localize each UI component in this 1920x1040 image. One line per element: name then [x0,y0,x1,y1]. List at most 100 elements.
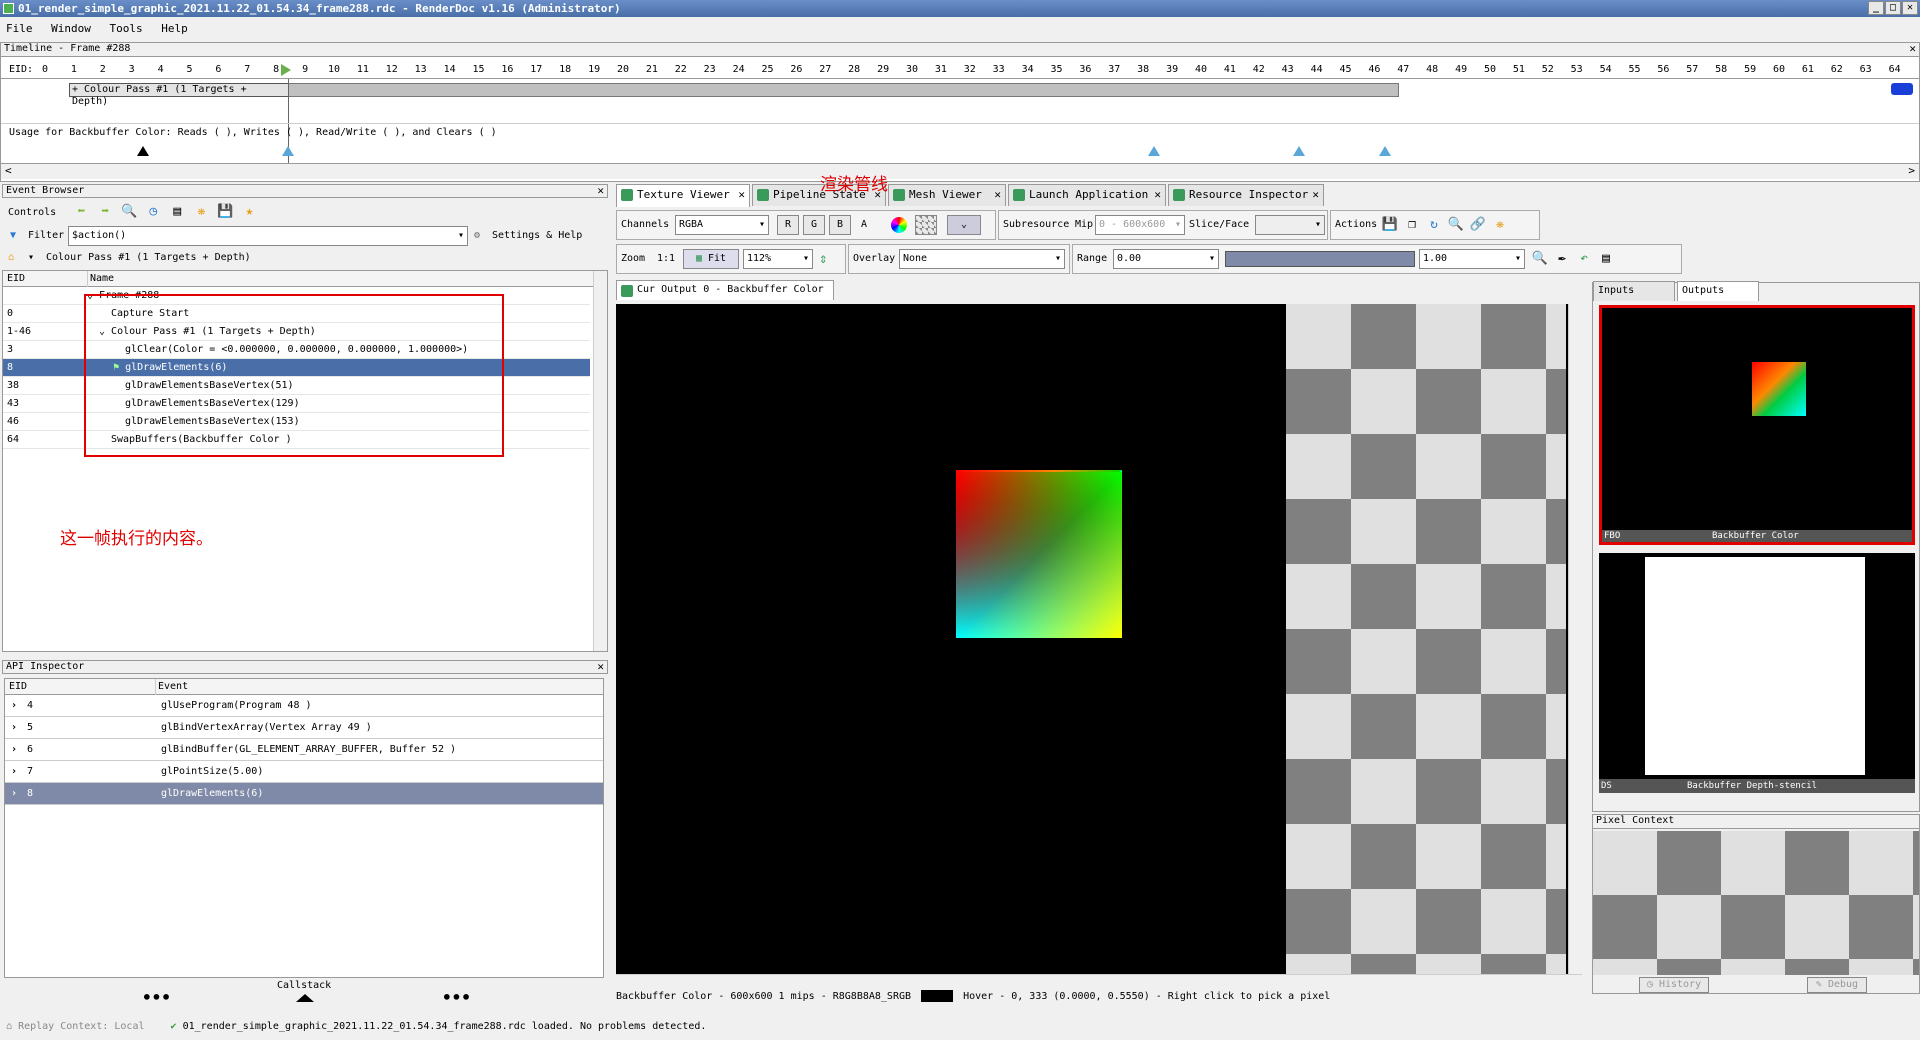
eid-tick[interactable]: 55 [1624,64,1646,75]
eid-tick[interactable]: 27 [814,64,836,75]
eid-tick[interactable]: 23 [699,64,721,75]
tab-resource-inspector[interactable]: Resource Inspector ✕ [1168,184,1324,206]
home-icon[interactable]: ⌂ [8,248,14,268]
zoom-select[interactable]: 112% [743,249,813,269]
history-button[interactable]: ◷ History [1639,977,1709,993]
pass-label[interactable]: + Colour Pass #1 (1 Targets + Depth) [69,83,289,107]
eid-tick[interactable]: 10 [323,64,345,75]
eid-tick[interactable]: 36 [1074,64,1096,75]
eid-tick[interactable]: 13 [410,64,432,75]
eid-tick[interactable]: 30 [901,64,923,75]
pixel-context-view[interactable] [1593,831,1919,975]
red-channel-toggle[interactable]: R [777,215,799,235]
eid-tick[interactable]: 18 [554,64,576,75]
eid-tick[interactable]: 1 [63,64,85,75]
tab-inputs[interactable]: Inputs [1593,281,1675,301]
flip-icon[interactable]: ⇕ [819,251,827,267]
eid-tick[interactable]: 9 [294,64,316,75]
eid-tick[interactable]: 26 [785,64,807,75]
fit-button[interactable]: ▦ Fit [683,249,739,269]
open-icon[interactable]: ↻ [1425,217,1443,233]
eid-tick[interactable]: 24 [728,64,750,75]
tab-launch-application[interactable]: Launch Application ✕ [1008,184,1166,206]
callstack-label[interactable]: Callstack [277,980,331,991]
eid-tick[interactable]: 48 [1421,64,1443,75]
api-row[interactable]: › 4 glUseProgram(Program 48 ) [5,695,603,717]
eid-tick[interactable]: 49 [1450,64,1472,75]
blue-channel-toggle[interactable]: B [829,215,851,235]
breadcrumb-chevron-icon[interactable]: ▾ [28,248,34,268]
range-slider[interactable] [1225,251,1415,267]
overlay-select[interactable]: None [899,249,1065,269]
link-icon[interactable]: 🔗 [1469,217,1487,233]
settings-icon[interactable]: ❋ [1491,217,1509,233]
scroll-left-icon[interactable]: < [5,164,12,177]
api-row[interactable]: › 7 glPointSize(5.00) [5,761,603,783]
api-row-selected[interactable]: › 8 glDrawElements(6) [5,783,603,805]
eid-tick[interactable]: 29 [872,64,894,75]
find-icon[interactable]: 🔍 [1447,217,1465,233]
eid-tick[interactable]: 31 [930,64,952,75]
bookmark-icon[interactable]: ★ [240,204,258,220]
tab-outputs[interactable]: Outputs [1677,281,1759,301]
col-eid-header[interactable]: EID [7,271,25,287]
menu-file[interactable]: File [6,22,33,35]
green-channel-toggle[interactable]: G [803,215,825,235]
eid-tick[interactable]: 63 [1855,64,1877,75]
channels-select[interactable]: RGBA [675,215,769,235]
eid-tick[interactable]: 37 [1103,64,1125,75]
scroll-right-icon[interactable]: > [1908,164,1915,177]
more-icon[interactable]: ••• [442,988,471,1007]
close-window-button[interactable]: ✕ [1902,1,1918,15]
thumbnail-backbuffer-color[interactable]: FBO Backbuffer Color [1599,305,1915,545]
settings-gear-icon[interactable]: ⚙ [474,226,480,246]
forward-arrow-icon[interactable]: ➡ [96,204,114,220]
eid-tick[interactable]: 58 [1710,64,1732,75]
eid-tick[interactable]: 39 [1161,64,1183,75]
col-event-header[interactable]: Event [155,679,188,695]
eid-tick[interactable]: 52 [1537,64,1559,75]
eid-tick[interactable]: 42 [1248,64,1270,75]
mip-select[interactable]: 0 - 600x600 [1095,215,1185,235]
eid-tick[interactable]: 53 [1566,64,1588,75]
eid-tick[interactable]: 41 [1219,64,1241,75]
col-name-header[interactable]: Name [87,271,114,287]
viewport-hscrollbar[interactable] [616,974,1582,988]
more-icon[interactable]: ••• [142,988,171,1007]
eid-tick[interactable]: 3 [121,64,143,75]
zoom-range-icon[interactable]: 🔍 [1531,251,1549,267]
eid-tick[interactable]: 17 [525,64,547,75]
stats-icon[interactable]: ▤ [168,204,186,220]
event-tree-scrollbar[interactable] [593,271,607,651]
save-icon[interactable]: 💾 [1381,217,1399,233]
col-eid-header[interactable]: EID [9,679,27,695]
eid-tick[interactable]: 61 [1797,64,1819,75]
eid-tick[interactable]: 50 [1479,64,1501,75]
slice-select[interactable] [1255,215,1325,235]
tab-texture-viewer[interactable]: Texture Viewer ✕ [616,184,750,207]
eid-tick[interactable]: 59 [1739,64,1761,75]
eid-tick[interactable]: 43 [1277,64,1299,75]
viewport-vscrollbar[interactable] [1568,304,1582,974]
eid-tick[interactable]: 20 [612,64,634,75]
color-wheel-icon[interactable] [891,217,907,233]
thumbnail-depth-stencil[interactable]: DS Backbuffer Depth-stencil [1599,553,1915,793]
save-icon[interactable]: 💾 [216,204,234,220]
copy-icon[interactable]: ❐ [1403,217,1421,233]
menu-tools[interactable]: Tools [110,22,143,35]
eid-tick[interactable]: 46 [1363,64,1385,75]
checkerboard-toggle[interactable] [915,215,937,235]
eid-tick[interactable]: 19 [583,64,605,75]
eid-tick[interactable]: 40 [1190,64,1212,75]
eid-tick[interactable]: 62 [1826,64,1848,75]
close-icon[interactable]: ✕ [597,185,604,197]
eid-tick[interactable]: 0 [34,64,56,75]
eid-tick[interactable]: 51 [1508,64,1530,75]
clock-icon[interactable]: ◷ [144,204,162,220]
auto-fit-icon[interactable]: ✒ [1553,251,1571,267]
eid-tick[interactable]: 54 [1595,64,1617,75]
minimize-button[interactable]: _ [1868,1,1884,15]
eid-tick[interactable]: 5 [179,64,201,75]
close-icon[interactable]: ✕ [597,661,604,673]
eid-tick[interactable]: 44 [1306,64,1328,75]
